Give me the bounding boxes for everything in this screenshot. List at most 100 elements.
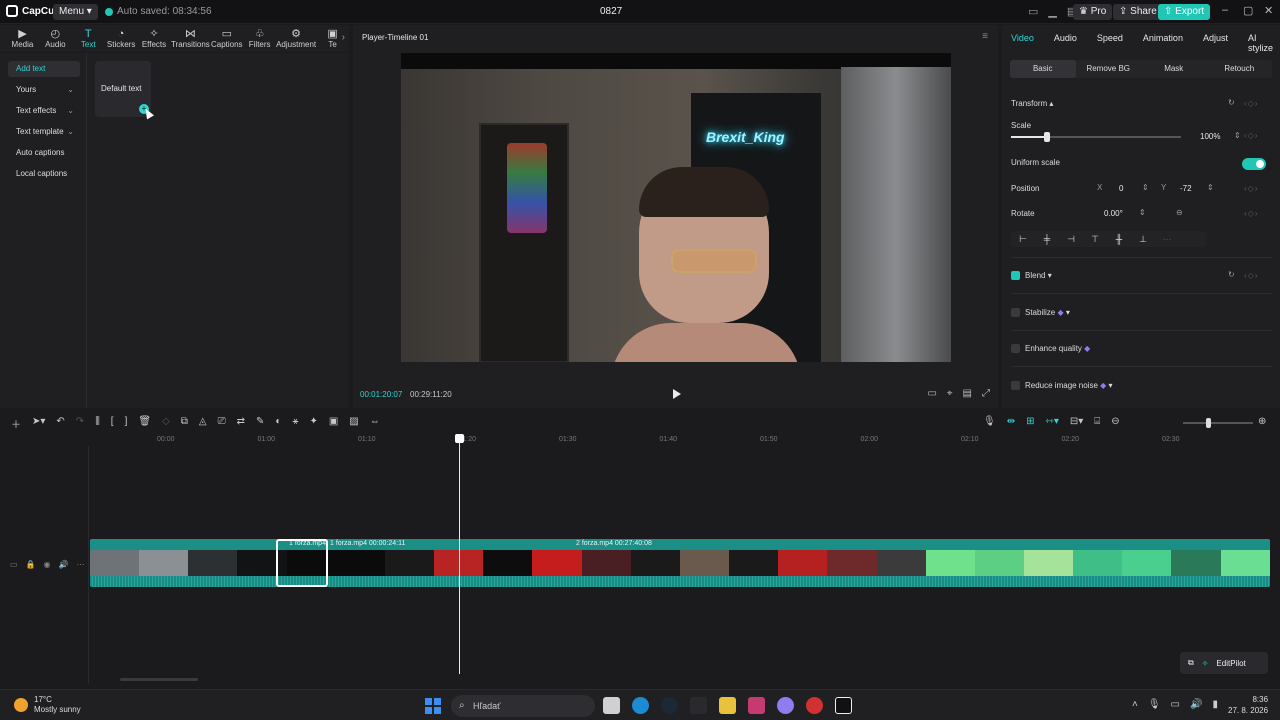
delete-icon[interactable]: 🗑 xyxy=(138,416,151,431)
side-item-auto-captions[interactable]: Auto captions xyxy=(8,145,80,161)
weather-widget[interactable]: 17°C Mostly sunny xyxy=(14,695,81,715)
app-icon[interactable] xyxy=(777,697,794,714)
taskbar-clock[interactable]: 8:36 27. 8. 2026 xyxy=(1228,694,1268,716)
zoom-slider-knob[interactable] xyxy=(1206,418,1211,428)
maps-icon[interactable] xyxy=(748,697,765,714)
tool-captions[interactable]: ▭ Captions xyxy=(210,25,243,52)
ratio-select-icon[interactable]: ▤ xyxy=(963,388,972,399)
rotate-value[interactable]: 0.00° xyxy=(1104,209,1123,218)
scale-value[interactable]: 100% xyxy=(1200,132,1220,141)
split-right-icon[interactable]: ] xyxy=(125,416,128,431)
timeline-scrollbar[interactable] xyxy=(120,678,198,681)
preview-axis-icon[interactable]: ⇿▾ xyxy=(1045,416,1058,427)
toolbar-scroll-chevron-icon[interactable]: › xyxy=(342,32,345,43)
side-item-text-template[interactable]: Text template ⌄ xyxy=(8,124,80,140)
editpilot-button[interactable]: ⧉ ✧ EditPilot xyxy=(1180,652,1268,674)
align-right-icon[interactable]: ⊣ xyxy=(1059,231,1083,247)
align-middle-icon[interactable]: ╫ xyxy=(1107,231,1131,247)
blend-reset-icon[interactable]: ↻ xyxy=(1228,270,1235,279)
playhead-handle[interactable] xyxy=(455,434,464,443)
mask-icon[interactable]: ◐ xyxy=(275,416,281,431)
pro-button[interactable]: ♛ Pro xyxy=(1073,4,1113,20)
y-stepper-icon[interactable]: ⇕ xyxy=(1207,183,1214,192)
tool-media[interactable]: ▶ Media xyxy=(6,25,39,52)
lock-icon[interactable]: 🔒 xyxy=(26,560,36,569)
redo-icon[interactable]: ↷ xyxy=(76,416,84,431)
side-item-yours[interactable]: Yours ⌄ xyxy=(8,82,80,98)
reduce-noise-label[interactable]: Reduce image noise ◆ ▾ xyxy=(1025,381,1113,390)
tool-transitions[interactable]: ⋈ Transitions xyxy=(170,25,210,52)
tab-animation[interactable]: Animation xyxy=(1143,25,1183,51)
stabilize-label[interactable]: Stabilize ◆ ▾ xyxy=(1025,308,1070,317)
enhance-quality-checkbox[interactable] xyxy=(1011,344,1020,353)
scale-slider[interactable] xyxy=(1011,136,1181,138)
tray-mic-icon[interactable]: 🎙 xyxy=(1148,699,1161,710)
scale-slider-knob[interactable] xyxy=(1043,132,1050,142)
reset-icon[interactable]: ↻ xyxy=(1228,98,1235,107)
position-keyframe-icon[interactable]: ‹◇› xyxy=(1244,184,1258,193)
maximize-icon[interactable]: ▢ xyxy=(1243,4,1253,17)
video-preview[interactable]: Brexit_King xyxy=(401,53,951,362)
reduce-noise-checkbox[interactable] xyxy=(1011,381,1020,390)
magic-icon[interactable]: ✦ xyxy=(309,416,317,431)
select-tool-icon[interactable]: ➤▾ xyxy=(32,416,45,431)
subtab-basic[interactable]: Basic xyxy=(1010,60,1076,78)
align-left-icon[interactable]: ⊢ xyxy=(1011,231,1035,247)
cover-icon[interactable]: ▭ xyxy=(10,560,18,569)
blend-keyframe-icon[interactable]: ‹◇› xyxy=(1244,271,1258,280)
blend-label[interactable]: Blend ▾ xyxy=(1025,271,1052,280)
stabilize-checkbox[interactable] xyxy=(1011,308,1020,317)
rotate-keyframe-icon[interactable]: ‹◇› xyxy=(1244,209,1258,218)
freeze-icon[interactable]: ⎚ xyxy=(218,416,226,431)
selected-clip[interactable] xyxy=(276,539,328,587)
tool-stickers[interactable]: ◔ Stickers xyxy=(105,25,138,52)
side-item-add-text[interactable]: Add text xyxy=(8,61,80,77)
side-item-text-effects[interactable]: Text effects ⌄ xyxy=(8,103,80,119)
side-item-local-captions[interactable]: Local captions xyxy=(8,166,80,182)
keyframe-icon[interactable]: ‹◇› xyxy=(1244,99,1258,108)
track-layout-icon[interactable]: ⊟▾ xyxy=(1070,416,1083,427)
tool-adjustment[interactable]: ⚙ Adjustment xyxy=(276,25,316,52)
tab-video[interactable]: Video xyxy=(1011,25,1034,51)
timeline-ruler[interactable]: 00:00 01:00 01:10 01:20 01:30 01:40 01:50 02:00… xyxy=(90,434,1280,446)
minimize-icon[interactable]: – xyxy=(1222,4,1228,16)
scale-stepper-icon[interactable]: ⇕ xyxy=(1234,131,1241,140)
video-track-clip[interactable]: 1 forza.mp4 1 forza.mp4 00:00:24:11 2 fo… xyxy=(90,539,1270,587)
add-track-icon[interactable]: ＋ xyxy=(11,416,21,431)
volume-icon[interactable]: 🔊 xyxy=(1190,699,1202,710)
pen-icon[interactable]: ✎ xyxy=(256,416,264,431)
x-stepper-icon[interactable]: ⇕ xyxy=(1142,183,1149,192)
crop-icon[interactable]: ⧉ xyxy=(181,416,188,431)
rotate-stepper-icon[interactable]: ⇕ xyxy=(1139,208,1146,217)
distribute-icon[interactable]: ⋯ xyxy=(1155,231,1179,247)
uniform-scale-toggle[interactable] xyxy=(1242,158,1266,170)
snap-icon[interactable]: ⇔ xyxy=(370,416,380,431)
subtitle-icon[interactable]: ⌸ xyxy=(1094,416,1100,427)
ratio-icon[interactable]: ▭ xyxy=(927,388,936,399)
marker-icon[interactable]: ◇ xyxy=(162,416,170,431)
menu-button[interactable]: Menu ▾ xyxy=(53,4,98,20)
tray-chevron-icon[interactable]: ˄ xyxy=(1132,699,1138,710)
playhead[interactable] xyxy=(459,436,460,674)
subtab-mask[interactable]: Mask xyxy=(1141,60,1207,78)
blend-checkbox[interactable] xyxy=(1011,271,1020,280)
share-button[interactable]: ⇪ Share xyxy=(1113,4,1163,20)
reverse-icon[interactable]: ⇄ xyxy=(237,416,245,431)
file-explorer-icon[interactable] xyxy=(603,697,620,714)
tab-audio[interactable]: Audio xyxy=(1054,25,1077,51)
more-icon[interactable]: ⋯ xyxy=(76,560,84,569)
mirror-icon[interactable]: ◬ xyxy=(199,416,207,431)
transform-heading[interactable]: Transform ▴ xyxy=(1011,99,1053,108)
undo-icon[interactable]: ↶ xyxy=(56,416,64,431)
tab-adjust[interactable]: Adjust xyxy=(1203,25,1228,51)
magnet-icon[interactable]: ⊞ xyxy=(1026,416,1034,427)
speaker-icon[interactable]: 🔊 xyxy=(59,560,69,569)
align-bottom-icon[interactable]: ⊥ xyxy=(1131,231,1155,247)
windows-start-icon[interactable] xyxy=(425,698,441,714)
edge-icon[interactable] xyxy=(632,697,649,714)
taskbar-search[interactable]: ⌕ Hľadať xyxy=(451,695,595,717)
tab-speed[interactable]: Speed xyxy=(1097,25,1123,51)
layout-icon[interactable]: ▭ xyxy=(1028,5,1038,18)
eye-icon[interactable]: ◉ xyxy=(44,560,51,569)
caption-icon[interactable]: ▣ xyxy=(329,416,338,431)
